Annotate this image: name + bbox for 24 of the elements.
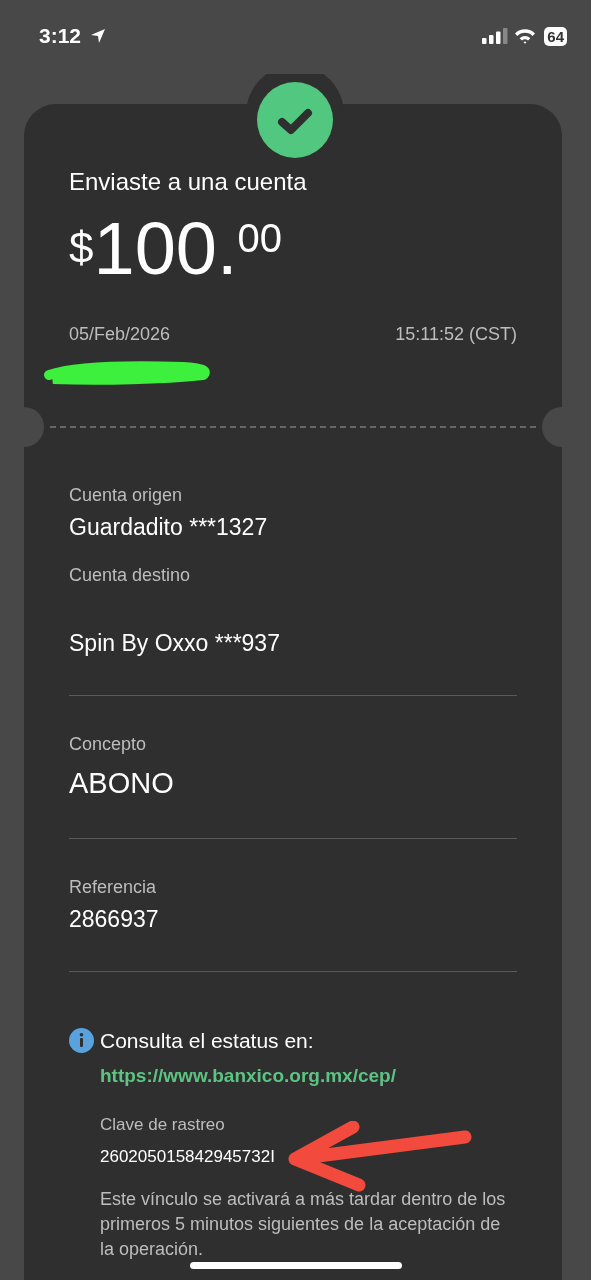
banxico-link[interactable]: https://www.banxico.org.mx/cep/ [100,1065,396,1087]
field-label: Cuenta origen [69,485,184,506]
field-value: ABONO [69,767,175,800]
ticket-notch [24,407,44,447]
status-hint: Consulta el estatus en: [100,1028,314,1053]
field-value: Guardadito ***1327 [69,514,269,541]
time: 15:11:52 (CST) [395,324,517,345]
field-value: Spin By Oxxo ***937 [69,630,281,657]
field-label: Cuenta destino [69,565,192,586]
receipt-title: Enviaste a una cuenta [69,168,308,196]
field-label: Concepto [69,734,148,755]
activation-note: Este vínculo se activará a más tardar dentro de los primeros 5 minutos siguientes de la aceptación de la operación. [100,1188,507,1262]
clock: 3:12 [39,24,82,48]
field-value: 2866937 [69,906,160,933]
tracking-label: Clave de rastreo [100,1115,226,1135]
battery-indicator: 64 [544,26,567,46]
wifi-icon [514,28,537,44]
field-label: Referencia [69,877,158,898]
tracking-code: 260205015842945732I [100,1147,275,1167]
signal-icon [482,28,509,44]
info-icon [69,1028,94,1053]
date: 05/Feb/2026 [69,324,171,345]
ticket-notch [542,407,562,447]
location-arrow-icon [89,27,108,45]
